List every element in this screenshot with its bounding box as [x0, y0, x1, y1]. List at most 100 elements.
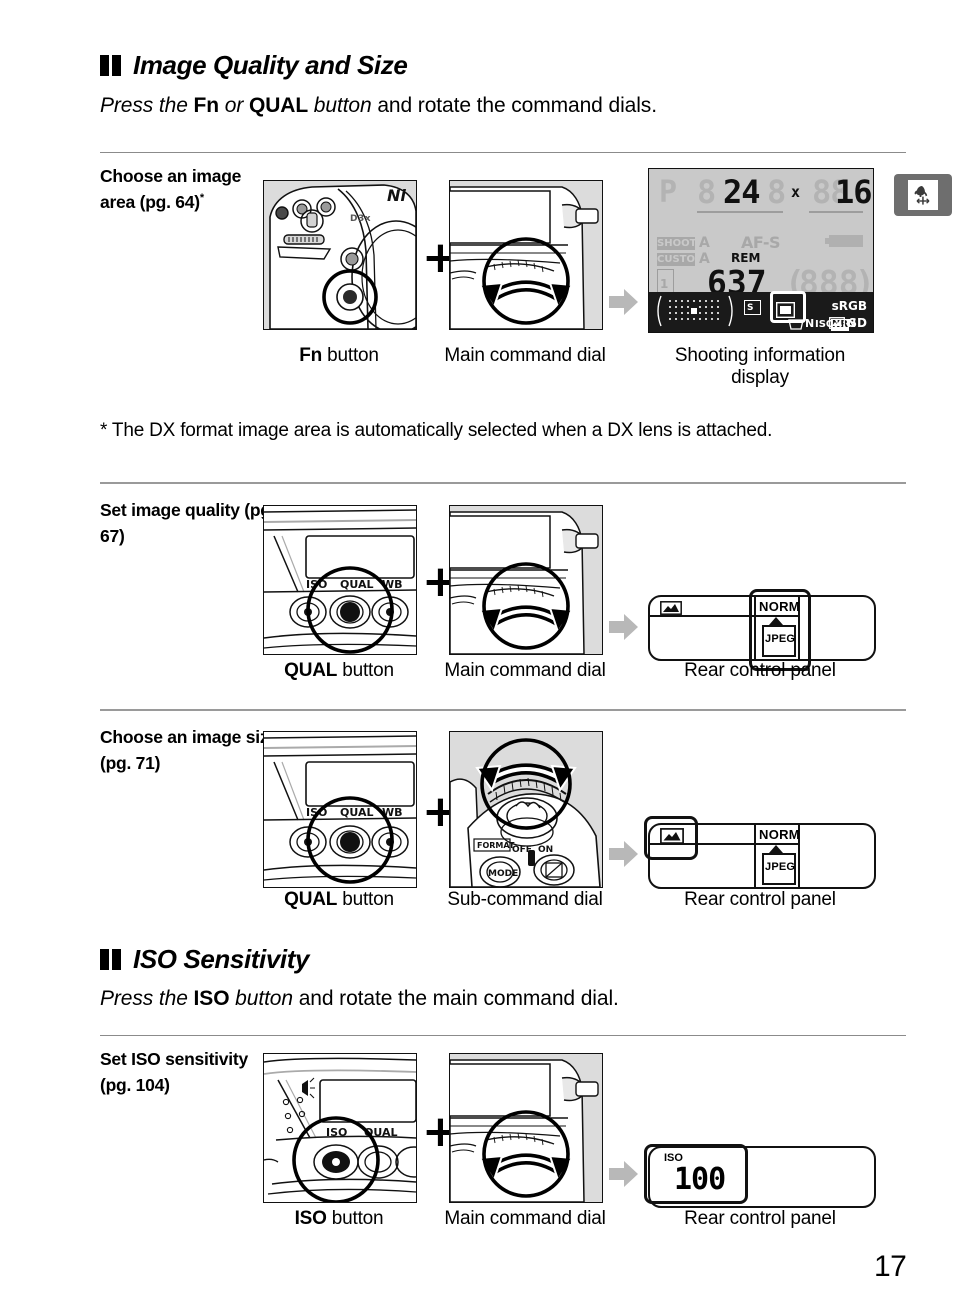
section-subtitle-iso: Press the ISO button and rotate the main…	[100, 987, 619, 1011]
lcd-af-point-grid-icon	[657, 295, 733, 327]
margin-tab	[894, 174, 952, 216]
rear-control-panel-row2: NORM JPEG	[648, 589, 876, 671]
lcd-area-separator: x	[791, 183, 801, 201]
svg-text:QUAL: QUAL	[340, 806, 373, 819]
section-heading-iso-sensitivity: ISO Sensitivity	[100, 944, 309, 975]
section-title: Image Quality and Size	[133, 50, 408, 80]
heading-bars-icon	[100, 55, 124, 76]
rear-control-panel-row3: NORM JPEG	[644, 816, 876, 889]
caption-fn-rest: button	[322, 345, 379, 366]
image-quality-icon-row2	[660, 601, 682, 615]
dx-image-area-icon	[776, 302, 795, 318]
row-label-text: Choose an image area (pg. 64)	[100, 166, 242, 212]
page-number: 17	[874, 1250, 907, 1283]
lcd-battery-tip	[825, 238, 829, 244]
flow-arrow-row4	[609, 1160, 639, 1193]
lcd-shoot-value: A	[699, 235, 710, 251]
illustration-main-command-dial-row4	[449, 1053, 603, 1203]
caption-iso-button: ISO button	[263, 1208, 415, 1230]
caption-shooting-information-display: Shooting information display	[674, 345, 846, 389]
lcd-ghost-left: 8	[697, 173, 716, 211]
illustration-qual-button-row3: ISO QUAL WB	[263, 731, 417, 888]
rcp-triangle-3	[769, 845, 783, 853]
divider-2	[100, 482, 906, 484]
rcp-divider-left-3	[754, 825, 756, 887]
sub-command-dial-drawing: FORMAT OFF ON MODE	[450, 732, 602, 887]
caption-fn-button: Fn button	[263, 345, 415, 367]
svg-text:D3x: D3x	[350, 214, 371, 224]
divider-1	[100, 152, 906, 153]
subtitle-fn: Fn	[193, 94, 220, 117]
lcd-vignette-icon	[788, 319, 804, 330]
right-arrow-icon	[609, 289, 638, 315]
subtitle-iso: ISO	[193, 987, 230, 1010]
subtitle-post: button	[308, 94, 372, 117]
row-label-choose-image-size: Choose an image size (pg. 71)	[100, 727, 278, 773]
lcd-area-width: 24	[723, 173, 761, 211]
row-label-set-image-quality: Set image quality (pg. 67)	[100, 500, 276, 546]
main-command-dial-drawing-3	[450, 1054, 602, 1202]
caption-rear-control-panel-row2: Rear control panel	[684, 660, 836, 681]
row-label-asterisk: *	[199, 192, 204, 205]
lcd-release-mode: S	[747, 303, 754, 313]
rear-control-panel-row4: ISO 100	[644, 1144, 876, 1208]
subtitle-post-2: button	[229, 987, 293, 1010]
svg-text:FORMAT: FORMAT	[477, 841, 515, 850]
lcd-area-height: 16	[835, 173, 873, 211]
caption-iso-rest: button	[326, 1208, 384, 1229]
right-arrow-icon-4	[609, 1161, 638, 1187]
subtitle-tail-2: and rotate the main command dial.	[292, 987, 619, 1010]
subtitle-pre-2: Press the	[100, 987, 194, 1010]
qual-button-drawing-row3: ISO QUAL WB	[264, 732, 416, 887]
weathervane-rooster-icon	[914, 186, 930, 205]
caption-qual-button-row2: QUAL button	[263, 660, 415, 682]
illustration-main-command-dial-row1	[449, 180, 603, 330]
main-command-dial-drawing	[450, 181, 602, 329]
caption-fn-bold: Fn	[299, 345, 323, 366]
illustration-iso-button: ISO QUAL	[263, 1053, 417, 1203]
svg-text:ISO: ISO	[326, 1126, 347, 1139]
caption-qual-bold-3: QUAL	[284, 889, 338, 910]
subtitle-qual: QUAL	[248, 94, 309, 117]
caption-qual-button-row3: QUAL button	[263, 889, 415, 911]
subtitle-tail: and rotate the command dials.	[371, 94, 657, 117]
shooting-information-display: P 8 24 8 x 88 16 SHOOT A CUSTOM A AF-S 1…	[648, 168, 874, 333]
rcp-quality-label-3: NORM	[759, 827, 800, 842]
rcp-highlight-iso	[644, 1144, 748, 1204]
footnote-dx-format: * The DX format image area is automatica…	[100, 418, 880, 444]
illustration-main-command-dial-row2	[449, 505, 603, 655]
manual-page: Image Quality and Size Press the Fn or Q…	[0, 0, 954, 1314]
qual-button-drawing-row2: ISO QUAL WB	[264, 506, 416, 654]
rcp-highlight-size	[644, 816, 698, 860]
lcd-card-slot: SD	[848, 316, 867, 330]
lcd-ghost-mid: 8	[767, 173, 787, 211]
flow-arrow-row2	[609, 613, 639, 646]
flow-arrow-row3	[609, 840, 639, 873]
right-arrow-icon-3	[609, 841, 638, 867]
lcd-vignette-label: N	[805, 317, 815, 330]
caption-qual-rest-3: button	[337, 889, 394, 910]
section-subtitle-image-quality: Press the Fn or QUAL button and rotate t…	[100, 94, 657, 118]
divider-4	[100, 1035, 906, 1036]
caption-main-command-dial-row2: Main command dial	[444, 660, 606, 681]
illustration-qual-button-row2: ISO QUAL WB	[263, 505, 417, 655]
footnote-text: * The DX format image area is automatica…	[100, 420, 773, 441]
rcp-jpeg-label-3: JPEG	[765, 861, 796, 873]
rcp-highlight-quality	[749, 589, 811, 671]
svg-text:Ni: Ni	[387, 186, 406, 205]
heading-bars-icon-2	[100, 949, 124, 970]
lcd-underline-left	[697, 211, 783, 213]
lcd-bank-number: 1	[660, 277, 669, 291]
camera-body-drawing: D3x Ni	[264, 181, 416, 329]
svg-text:QUAL: QUAL	[340, 578, 373, 591]
right-arrow-icon-2	[609, 614, 638, 640]
caption-main-command-dial-row1: Main command dial	[444, 345, 606, 366]
divider-3	[100, 709, 906, 711]
subtitle-pre: Press the	[100, 94, 194, 117]
lcd-colorspace: sRGB	[831, 299, 867, 313]
lcd-underline-right	[809, 211, 863, 213]
row-label-choose-image-area: Choose an image area (pg. 64)*	[100, 164, 280, 216]
section-heading-image-quality: Image Quality and Size	[100, 50, 408, 81]
flow-arrow-row1	[609, 288, 639, 321]
lcd-card-icon	[829, 317, 845, 329]
